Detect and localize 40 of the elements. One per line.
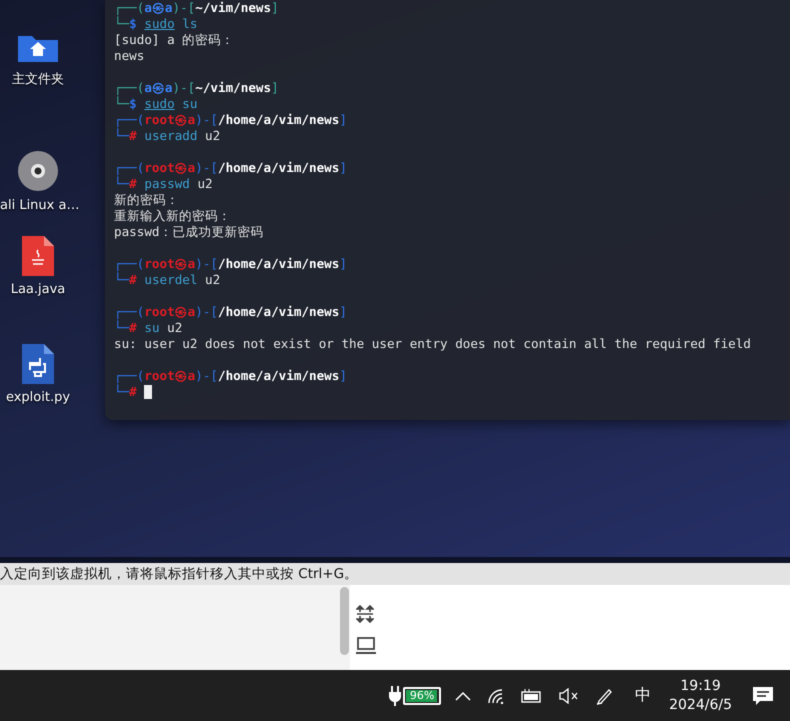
output-line: 重新输入新的密码： — [114, 208, 231, 224]
wifi-icon[interactable] — [487, 688, 506, 704]
desktop-icon-label[interactable]: ali Linux a… — [0, 198, 80, 213]
mute-speaker-icon[interactable] — [559, 688, 580, 704]
command-line: └─# passwd u2 — [114, 176, 213, 192]
output-line: 新的密码： — [114, 192, 179, 208]
command-line: └─# useradd u2 — [114, 128, 220, 144]
desktop-icon-label[interactable]: exploit.py — [6, 390, 70, 405]
prompt-line: ┌──(a㉿a)-[~/vim/news] — [114, 80, 279, 96]
input-method-indicator[interactable]: 中 — [635, 685, 652, 706]
command-line: └─$ sudo ls — [114, 16, 198, 32]
prompt-line: ┌──(root㉿a)-[/home/a/vim/news] — [114, 160, 347, 176]
java-file-icon — [22, 236, 54, 276]
clock[interactable]: 19:19 2024/6/5 — [669, 676, 732, 714]
scrollbar-thumb[interactable] — [340, 587, 348, 655]
laptop-icon[interactable] — [356, 637, 376, 655]
prompt-line: ┌──(a㉿a)-[~/vim/news] — [114, 0, 279, 16]
prompt-line: ┌──(root㉿a)-[/home/a/vim/news] — [114, 368, 347, 384]
prompt-line: ┌──(root㉿a)-[/home/a/vim/news] — [114, 304, 347, 320]
vm-input-message: 入定向到该虚拟机，请将鼠标指针移入其中或按 Ctrl+G。 — [0, 565, 358, 583]
prompt-line: ┌──(root㉿a)-[/home/a/vim/news] — [114, 256, 347, 272]
chevron-up-icon[interactable] — [455, 690, 472, 700]
disc-icon — [17, 150, 59, 192]
desktop-icon-label[interactable]: 主文件夹 — [12, 70, 64, 88]
battery-icon[interactable] — [521, 688, 544, 702]
desktop-icon-label[interactable]: Laa.java — [10, 282, 66, 297]
output-line: su: user u2 does not exist or the user entry does not contain all the required field — [114, 336, 751, 352]
python-file-icon — [22, 344, 54, 384]
pen-icon[interactable] — [595, 686, 614, 704]
output-line: [sudo] a 的密码： — [114, 32, 234, 48]
output-line: passwd：已成功更新密码 — [114, 224, 264, 240]
prompt-line: ┌──(root㉿a)-[/home/a/vim/news] — [114, 112, 347, 128]
command-line: └─# userdel u2 — [114, 272, 220, 288]
command-line: └─$ sudo su — [114, 96, 198, 112]
notification-icon[interactable] — [752, 686, 774, 706]
command-line: └─# su u2 — [114, 320, 182, 336]
power-plug-icon[interactable] — [389, 686, 402, 706]
resize-arrows-icon[interactable] — [356, 605, 374, 623]
output-line: news — [114, 48, 144, 64]
command-line: └─# — [114, 384, 138, 400]
